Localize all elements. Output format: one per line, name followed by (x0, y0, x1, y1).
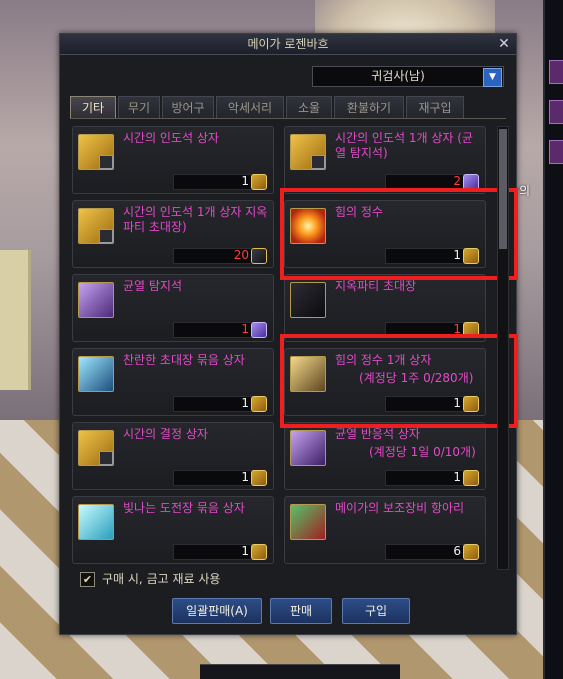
gold-chest-icon (78, 430, 114, 466)
blue-box-icon (78, 356, 114, 392)
invitation-cost-icon (251, 248, 267, 264)
price-coin-icon (251, 470, 267, 486)
list-item[interactable]: 균열 반응석 상자 (계정당 1일 0/10개) 1 (284, 422, 486, 490)
tab-weapon[interactable]: 무기 (118, 96, 160, 119)
price-coin-icon (251, 174, 267, 190)
list-item[interactable]: 찬란한 초대장 묶음 상자 1 (72, 348, 274, 416)
tab-rebuy[interactable]: 재구입 (406, 96, 464, 119)
category-tabs: 기타 무기 방어구 악세서리 소울 환불하기 재구입 (70, 96, 510, 119)
price-coin-icon (251, 544, 267, 560)
list-item[interactable]: 시간의 인도석 상자 1 (72, 126, 274, 194)
tab-refund[interactable]: 환불하기 (334, 96, 404, 119)
gold-chest-icon (290, 134, 326, 170)
list-item[interactable]: 시간의 인도석 1개 상자 (균열 탐지석) 2 (284, 126, 486, 194)
item-grid: 시간의 인도석 상자 1 시간의 인도석 1개 상자 (균열 탐지석) 2 시간… (70, 124, 518, 570)
shop-window: 메이가 로젠바흐 ✕ 귀검사(남) ▼ 기타 무기 방어구 악세서리 소울 환불… (59, 33, 518, 635)
cyan-box-icon (78, 504, 114, 540)
gold-chest-icon (78, 208, 114, 244)
window-title: 메이가 로젠바흐 (247, 37, 329, 51)
sell-button[interactable]: 판매 (270, 598, 332, 624)
tab-etc[interactable]: 기타 (70, 96, 116, 119)
tab-accessory[interactable]: 악세서리 (216, 96, 284, 119)
list-item[interactable]: 지옥파티 초대장 1 (284, 274, 486, 342)
purple-chest-icon (290, 430, 326, 466)
tab-soul[interactable]: 소울 (286, 96, 332, 119)
list-item[interactable]: 시간의 결정 상자 1 (72, 422, 274, 490)
scrollbar-thumb[interactable] (499, 129, 507, 249)
window-title-bar[interactable]: 메이가 로젠바흐 ✕ (60, 34, 516, 55)
list-item[interactable]: 빛나는 도전장 묶음 상자 1 (72, 496, 274, 564)
material-checkbox[interactable]: ✔ (80, 572, 95, 587)
jar-icon (290, 504, 326, 540)
scrollbar[interactable] (497, 126, 509, 570)
crystal-cost-icon (251, 322, 267, 338)
list-item[interactable]: 시간의 인도석 1개 상자 지옥 파티 초대장) 20 (72, 200, 274, 268)
buy-button[interactable]: 구입 (342, 598, 410, 624)
price-coin-icon (463, 544, 479, 560)
tab-armor[interactable]: 방어구 (162, 96, 214, 119)
class-select[interactable]: 귀검사(남) ▼ (312, 66, 504, 87)
bulk-sell-button[interactable]: 일괄판매(A) (172, 598, 262, 624)
highlight-box (280, 188, 518, 280)
list-item[interactable]: 메이가의 보조장비 항아리 6 (284, 496, 486, 564)
price-coin-icon (463, 470, 479, 486)
list-item[interactable]: 균열 탐지석 1 (72, 274, 274, 342)
crystal-icon (78, 282, 114, 318)
invitation-icon (290, 282, 326, 318)
gold-chest-icon (78, 134, 114, 170)
price-coin-icon (251, 396, 267, 412)
class-select-value: 귀검사(남) (371, 69, 425, 83)
checkbox-label: 구매 시, 금고 재료 사용 (102, 572, 221, 586)
chevron-down-icon[interactable]: ▼ (483, 68, 502, 87)
close-icon[interactable]: ✕ (496, 36, 512, 52)
bottom-hud-bar (200, 664, 400, 679)
highlight-box (280, 334, 518, 428)
right-side-panel (543, 0, 563, 679)
